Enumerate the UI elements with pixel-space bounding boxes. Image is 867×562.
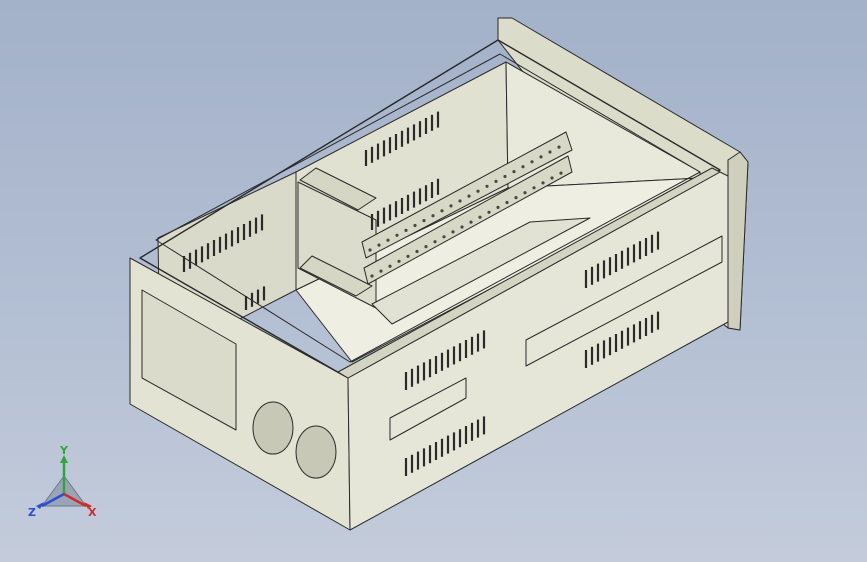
rail-hole (550, 176, 554, 180)
rail-hole (503, 174, 507, 179)
rail-hole (370, 274, 374, 278)
rear-flange-side (727, 151, 749, 331)
triad-x-label: X (88, 506, 97, 519)
rail-hole (559, 171, 563, 175)
rail-hole (397, 259, 401, 263)
rail-hole (368, 248, 372, 252)
rail-hole (460, 225, 464, 229)
rail-hole (404, 228, 408, 232)
rail-hole (388, 264, 392, 268)
rail-hole (406, 254, 410, 258)
triad-z-label: Z (28, 506, 36, 519)
rail-hole (431, 214, 435, 218)
rail-hole (467, 194, 471, 198)
rail-hole (523, 191, 527, 195)
rail-hole (557, 145, 561, 149)
rail-hole (521, 165, 525, 169)
rail-hole (532, 186, 536, 190)
rail-hole (530, 160, 534, 164)
rail-hole (548, 150, 552, 154)
rail-hole (505, 200, 509, 205)
cad-viewport[interactable]: Y X Z (0, 0, 867, 562)
rail-hole (386, 238, 390, 242)
rail-hole (478, 215, 482, 219)
rail-hole (377, 243, 381, 247)
rail-hole (512, 170, 516, 174)
rail-hole (395, 233, 399, 237)
rail-hole (487, 210, 491, 214)
rail-hole (424, 245, 428, 249)
rail-hole (539, 155, 543, 159)
rail-hole (440, 209, 444, 213)
rail-hole (541, 181, 545, 185)
rail-hole (494, 179, 498, 183)
rail-hole (415, 249, 419, 254)
rail-hole (379, 269, 383, 273)
rail-hole (433, 240, 437, 244)
rail-hole (496, 205, 500, 209)
rail-hole (476, 189, 480, 193)
rail-hole (449, 204, 453, 208)
rail-hole (451, 230, 455, 234)
rail-hole (485, 184, 489, 188)
triad-y-label: Y (59, 446, 69, 457)
orientation-triad: Y X Z (28, 446, 97, 519)
rail-hole (422, 219, 426, 223)
rail-hole (413, 223, 417, 228)
round-cutout-left (252, 401, 294, 455)
rail-hole (469, 220, 473, 224)
rail-hole (514, 196, 518, 200)
round-cutout-right (295, 425, 337, 479)
rail-hole (458, 199, 462, 203)
rail-hole (442, 235, 446, 239)
enclosure-model[interactable] (0, 0, 867, 562)
